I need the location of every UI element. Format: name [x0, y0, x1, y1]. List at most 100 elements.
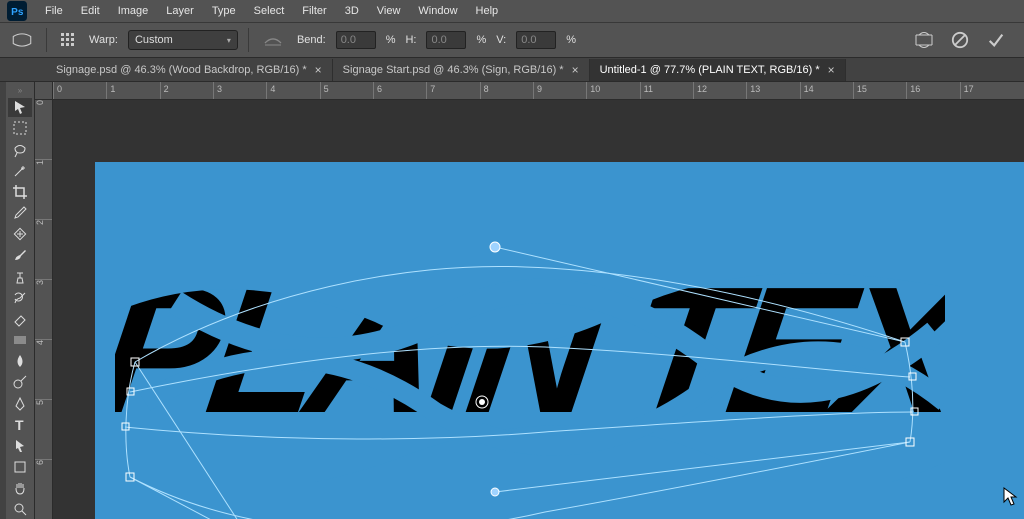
- ruler-tick: 12: [693, 82, 746, 99]
- ruler-tick: 3: [213, 82, 266, 99]
- tool-lasso[interactable]: [8, 140, 32, 159]
- tool-hand[interactable]: [8, 479, 32, 498]
- close-icon[interactable]: ×: [315, 63, 322, 77]
- orientation-icon[interactable]: [259, 29, 287, 51]
- ruler-tick: 6: [35, 460, 52, 519]
- chevron-down-icon: ▾: [227, 36, 231, 45]
- toolbar: » T: [6, 82, 35, 519]
- menu-layer[interactable]: Layer: [157, 2, 203, 20]
- ruler-tick: 6: [373, 82, 426, 99]
- pct-3: %: [566, 34, 576, 46]
- tool-crop[interactable]: [8, 182, 32, 201]
- close-icon[interactable]: ×: [828, 63, 835, 77]
- tool-brush[interactable]: [8, 246, 32, 265]
- ruler-tick: 7: [426, 82, 479, 99]
- tool-history-brush[interactable]: [8, 288, 32, 307]
- ruler-tick: 9: [533, 82, 586, 99]
- menu-edit[interactable]: Edit: [72, 2, 109, 20]
- grid-icon[interactable]: [57, 29, 79, 51]
- menu-3d[interactable]: 3D: [336, 2, 368, 20]
- menu-window[interactable]: Window: [409, 2, 466, 20]
- tool-type[interactable]: T: [8, 415, 32, 434]
- menu-bar: Ps File Edit Image Layer Type Select Fil…: [0, 0, 1024, 22]
- menu-image[interactable]: Image: [109, 2, 158, 20]
- pct-1: %: [386, 34, 396, 46]
- ruler-tick: 0: [35, 100, 52, 160]
- tab-signage-start[interactable]: Signage Start.psd @ 46.3% (Sign, RGB/16)…: [333, 59, 590, 81]
- ruler-tick: 1: [35, 160, 52, 220]
- menu-filter[interactable]: Filter: [293, 2, 335, 20]
- menu-file[interactable]: File: [36, 2, 72, 20]
- v-label: V:: [496, 34, 506, 46]
- tool-shape[interactable]: [8, 458, 32, 477]
- tab-untitled-1[interactable]: Untitled-1 @ 77.7% (PLAIN TEXT, RGB/16) …: [590, 59, 846, 81]
- ruler-horizontal[interactable]: 01234567891011121314151617: [53, 82, 1024, 100]
- h-label: H:: [405, 34, 416, 46]
- h-field[interactable]: 0.0: [426, 31, 466, 49]
- ruler-tick: 11: [640, 82, 693, 99]
- ruler-tick: 1: [106, 82, 159, 99]
- bend-field[interactable]: 0.0: [336, 31, 376, 49]
- warp-style-select[interactable]: Custom ▾: [128, 30, 238, 50]
- ruler-tick: 2: [160, 82, 213, 99]
- cancel-transform-icon[interactable]: [948, 29, 972, 51]
- svg-text:T: T: [15, 417, 24, 433]
- ruler-tick: 8: [480, 82, 533, 99]
- v-field[interactable]: 0.0: [516, 31, 556, 49]
- warp-style-value: Custom: [135, 34, 173, 46]
- options-bar: Warp: Custom ▾ Bend: 0.0 % H: 0.0 % V: 0…: [0, 22, 1024, 58]
- tab-label: Signage Start.psd @ 46.3% (Sign, RGB/16)…: [343, 64, 564, 76]
- tool-eyedropper[interactable]: [8, 203, 32, 222]
- tool-marquee[interactable]: [8, 119, 32, 138]
- ruler-origin[interactable]: [35, 82, 53, 100]
- app-logo[interactable]: Ps: [4, 0, 30, 22]
- switch-warp-icon[interactable]: [912, 29, 936, 51]
- menu-view[interactable]: View: [368, 2, 410, 20]
- separator: [46, 28, 47, 52]
- tool-dodge[interactable]: [8, 373, 32, 392]
- collapse-toolbar-icon[interactable]: »: [6, 86, 34, 96]
- tab-label: Untitled-1 @ 77.7% (PLAIN TEXT, RGB/16) …: [600, 64, 820, 76]
- ruler-tick: 14: [800, 82, 853, 99]
- warp-label: Warp:: [89, 34, 118, 46]
- mouse-cursor-icon: [1002, 486, 1018, 511]
- commit-transform-icon[interactable]: [984, 29, 1008, 51]
- ruler-tick: 15: [853, 82, 906, 99]
- menu-select[interactable]: Select: [245, 2, 294, 20]
- ruler-tick: 16: [906, 82, 959, 99]
- ruler-vertical[interactable]: 0123456: [35, 100, 53, 519]
- ruler-tick: 17: [960, 82, 1013, 99]
- menu-help[interactable]: Help: [467, 2, 508, 20]
- bend-label: Bend:: [297, 34, 326, 46]
- tool-zoom[interactable]: [8, 500, 32, 519]
- svg-text:Ps: Ps: [11, 7, 24, 18]
- canvas-area[interactable]: 01234567891011121314151617 0123456 PLAIN…: [35, 82, 1024, 519]
- ruler-tick: 5: [35, 400, 52, 460]
- ruler-tick: 2: [35, 220, 52, 280]
- ruler-tick: 3: [35, 280, 52, 340]
- ruler-tick: 5: [320, 82, 373, 99]
- separator: [248, 28, 249, 52]
- document-tabs: Signage.psd @ 46.3% (Wood Backdrop, RGB/…: [0, 58, 1024, 82]
- close-icon[interactable]: ×: [572, 63, 579, 77]
- ruler-tick: 0: [53, 82, 106, 99]
- pct-2: %: [476, 34, 486, 46]
- tool-gradient[interactable]: [8, 330, 32, 349]
- tool-pen[interactable]: [8, 394, 32, 413]
- ruler-tick: 10: [586, 82, 639, 99]
- tool-eraser[interactable]: [8, 309, 32, 328]
- tab-label: Signage.psd @ 46.3% (Wood Backdrop, RGB/…: [56, 64, 307, 76]
- tool-magic-wand[interactable]: [8, 161, 32, 180]
- workspace: » T 01234567891011121314151617 0123456: [0, 82, 1024, 519]
- tool-heal[interactable]: [8, 225, 32, 244]
- warped-text: PLAIN TEXT: [115, 252, 945, 482]
- menu-type[interactable]: Type: [203, 2, 245, 20]
- tab-signage[interactable]: Signage.psd @ 46.3% (Wood Backdrop, RGB/…: [46, 59, 333, 81]
- tool-move[interactable]: [8, 98, 32, 117]
- warp-mode-icon[interactable]: [8, 29, 36, 51]
- tool-blur[interactable]: [8, 352, 32, 371]
- ruler-tick: 13: [746, 82, 799, 99]
- tool-path-select[interactable]: [8, 436, 32, 455]
- tool-clone[interactable]: [8, 267, 32, 286]
- ruler-tick: 4: [35, 340, 52, 400]
